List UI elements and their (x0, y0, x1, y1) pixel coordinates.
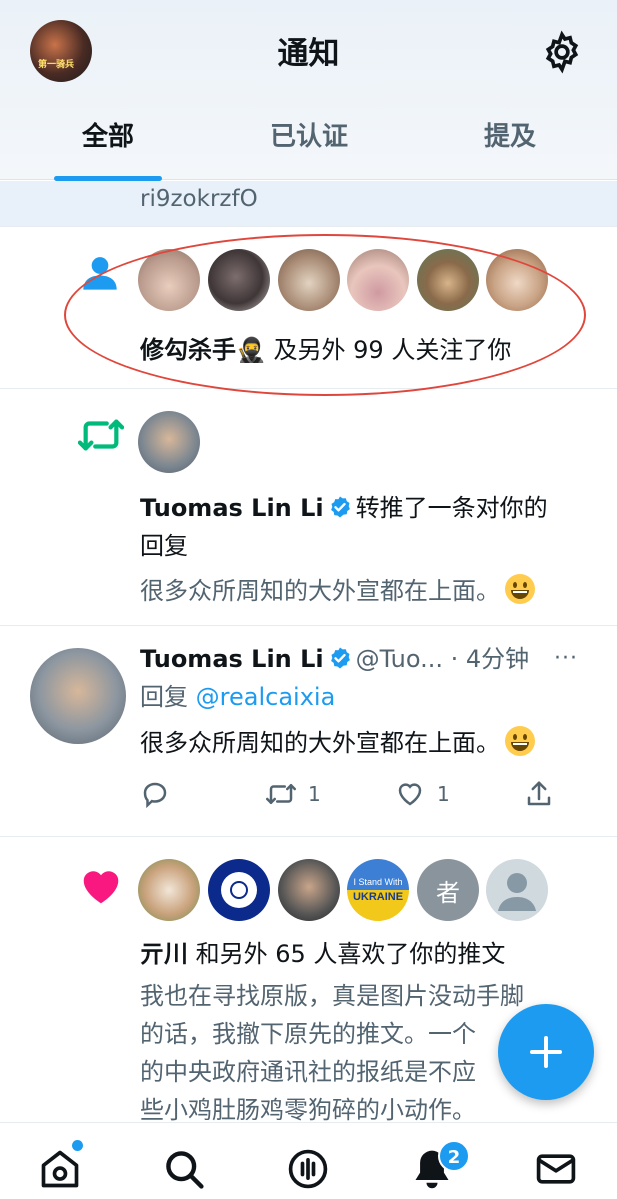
preview-line: 的话，我撤下原先的推文。一个 (140, 1020, 476, 1048)
plus-icon (530, 1036, 562, 1068)
retweet-notification[interactable]: Tuomas Lin Li 转推了一条对你的回复 很多众所周知的大外宣都在上面。 (0, 389, 617, 626)
like-rest-text: 和另外 65 人喜欢了你的推文 (188, 940, 506, 968)
retweet-count: 1 (308, 782, 321, 806)
like-button[interactable]: 1 (395, 774, 450, 814)
verified-badge-icon (330, 647, 350, 669)
reply-to-link[interactable]: @realcaixia (196, 683, 336, 711)
liker-avatar[interactable] (278, 859, 340, 921)
sun-emblem-icon (221, 872, 257, 908)
tab-all[interactable]: 全部 (28, 112, 188, 180)
liker-name[interactable]: 亓川 (140, 940, 188, 968)
partial-row-text: ri9zokrzfO (140, 186, 258, 212)
tweet-actions: 1 1 (140, 774, 560, 814)
tab-verified[interactable]: 已认证 (229, 112, 389, 180)
page-title: 通知 (277, 36, 340, 72)
tweet-timestamp: · 4分钟 (450, 645, 530, 673)
heart-icon (398, 783, 422, 806)
avatar-char: 者 (436, 878, 460, 907)
retweet-action-text-2: 回复 (140, 532, 188, 560)
share-icon (527, 781, 551, 806)
search-icon[interactable] (162, 1147, 206, 1191)
tweet-author-avatar[interactable] (30, 648, 126, 744)
liked-tweet-preview: 我也在寻找原版，真是图片没动手脚 的话，我撤下原先的推文。一个 的中央政府通讯社… (140, 977, 560, 1129)
retweet-action-text: 转推了一条对你的 (355, 494, 548, 522)
reply-button[interactable] (140, 774, 170, 814)
preview-line: 的中央政府通讯社的报纸是不应 (140, 1058, 476, 1086)
partial-notification-row[interactable]: ri9zokrzfO (0, 181, 617, 227)
reply-context: 回复 @realcaixia (140, 678, 335, 716)
notifications-badge: 2 (438, 1140, 470, 1172)
notification-tabs: 全部 已认证 提及 (0, 112, 617, 180)
default-avatar-icon (498, 873, 536, 911)
retweet-icon (78, 419, 124, 451)
annotation-circle (64, 234, 586, 396)
grinning-emoji-icon (505, 726, 535, 756)
liker-avatar[interactable] (138, 859, 200, 921)
top-header: 第一骑兵 通知 全部 已认证 提及 (0, 0, 617, 181)
preview-line: 我也在寻找原版，真是图片没动手脚 (140, 982, 524, 1010)
reply-icon (143, 782, 167, 809)
tweet-body-text: 很多众所周知的大外宣都在上面。 (140, 729, 500, 757)
tweet-body: 很多众所周知的大外宣都在上面。 (140, 724, 536, 762)
gear-icon[interactable] (540, 30, 584, 74)
tweet-author-name[interactable]: Tuomas Lin Li (140, 645, 324, 673)
retweet-preview: 很多众所周知的大外宣都在上面。 (140, 572, 536, 610)
share-button[interactable] (524, 774, 554, 814)
heart-filled-icon (83, 871, 119, 904)
bottom-navigation (0, 1122, 617, 1199)
tweet-header: Tuomas Lin Li @Tuo... · 4分钟 (140, 640, 540, 678)
mail-icon[interactable] (534, 1147, 578, 1191)
liker-avatar[interactable]: 者 (417, 859, 479, 921)
verified-badge-icon (330, 496, 350, 518)
reply-prefix: 回复 (140, 683, 196, 711)
more-options-button[interactable]: ··· (554, 646, 578, 671)
retweeter-avatar[interactable] (138, 411, 200, 473)
retweet-preview-text: 很多众所周知的大外宣都在上面。 (140, 577, 500, 605)
liker-avatar[interactable] (486, 859, 548, 921)
retweet-notification-text: Tuomas Lin Li 转推了一条对你的回复 (140, 489, 580, 565)
home-icon[interactable] (38, 1147, 82, 1191)
like-notification-text: 亓川 和另外 65 人喜欢了你的推文 (140, 935, 505, 973)
avatar-text-1: I Stand With (353, 877, 403, 887)
avatar-text-2: UKRAINE (352, 891, 404, 903)
retweeter-name[interactable]: Tuomas Lin Li (140, 494, 324, 522)
liker-avatar[interactable]: I Stand With UKRAINE (347, 859, 409, 921)
compose-button[interactable] (498, 1004, 594, 1100)
tab-mentions[interactable]: 提及 (430, 112, 590, 180)
retweet-icon (266, 784, 296, 804)
grinning-emoji-icon (505, 574, 535, 604)
liker-avatar[interactable] (208, 859, 270, 921)
spaces-icon[interactable] (286, 1147, 330, 1191)
retweet-button[interactable]: 1 (266, 774, 321, 814)
home-new-indicator (72, 1140, 83, 1151)
like-count: 1 (437, 782, 450, 806)
tweet-author-handle[interactable]: @Tuo... (356, 645, 443, 673)
